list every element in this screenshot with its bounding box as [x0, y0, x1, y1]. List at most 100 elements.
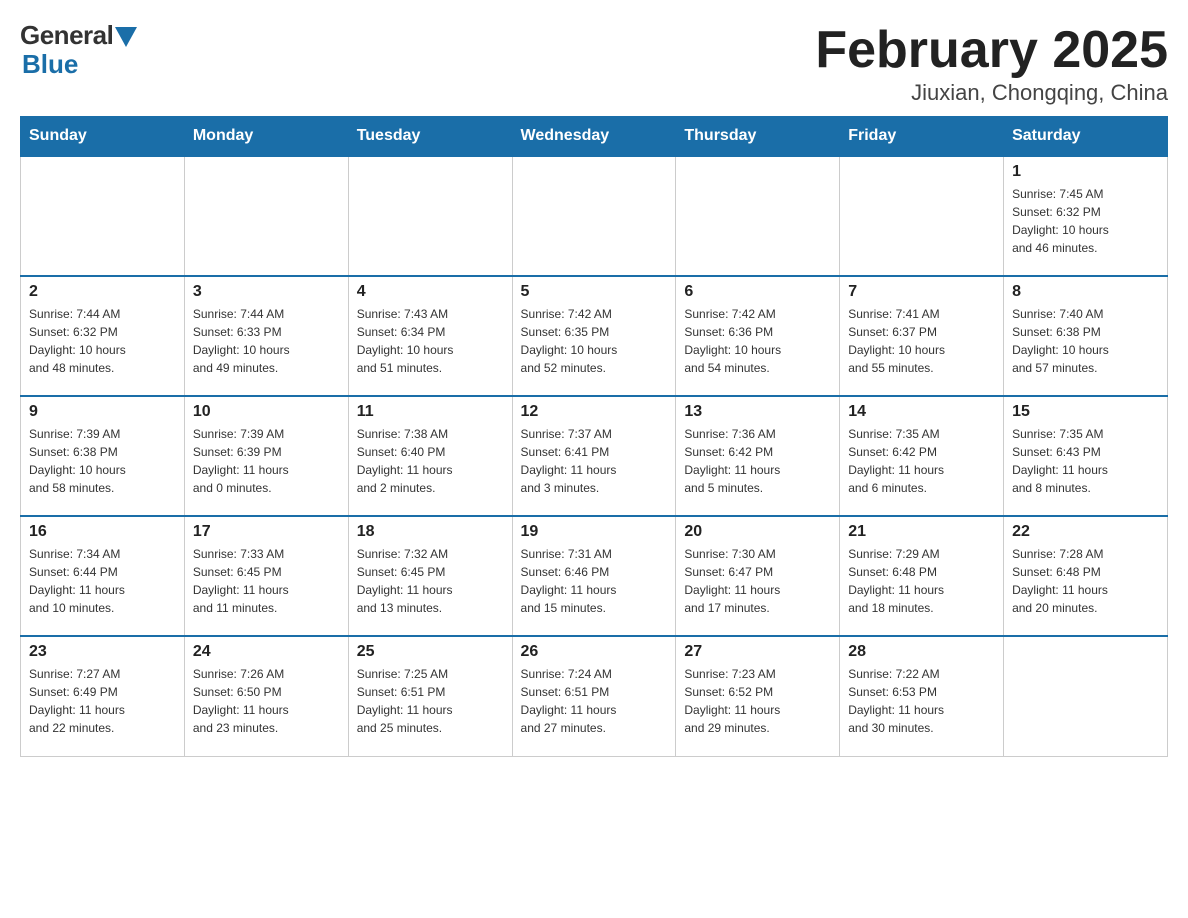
- table-row: 25 Sunrise: 7:25 AM Sunset: 6:51 PM Dayli…: [348, 636, 512, 756]
- day-info: Sunrise: 7:42 AM Sunset: 6:35 PM Dayligh…: [521, 305, 668, 377]
- day-info: Sunrise: 7:43 AM Sunset: 6:34 PM Dayligh…: [357, 305, 504, 377]
- day-info: Sunrise: 7:41 AM Sunset: 6:37 PM Dayligh…: [848, 305, 995, 377]
- table-row: 22 Sunrise: 7:28 AM Sunset: 6:48 PM Dayli…: [1004, 516, 1168, 636]
- day-info: Sunrise: 7:33 AM Sunset: 6:45 PM Dayligh…: [193, 545, 340, 617]
- logo: General Blue: [20, 20, 137, 80]
- calendar-week-row: 1 Sunrise: 7:45 AM Sunset: 6:32 PM Daylig…: [21, 156, 1168, 276]
- day-number: 1: [1012, 163, 1159, 181]
- page-header: General Blue February 2025 Jiuxian, Chon…: [20, 20, 1168, 106]
- day-info: Sunrise: 7:22 AM Sunset: 6:53 PM Dayligh…: [848, 665, 995, 737]
- header-wednesday: Wednesday: [512, 117, 676, 157]
- calendar-header-row: Sunday Monday Tuesday Wednesday Thursday…: [21, 117, 1168, 157]
- table-row: [348, 156, 512, 276]
- table-row: 13 Sunrise: 7:36 AM Sunset: 6:42 PM Dayli…: [676, 396, 840, 516]
- table-row: 19 Sunrise: 7:31 AM Sunset: 6:46 PM Dayli…: [512, 516, 676, 636]
- table-row: 12 Sunrise: 7:37 AM Sunset: 6:41 PM Dayli…: [512, 396, 676, 516]
- calendar-week-row: 16 Sunrise: 7:34 AM Sunset: 6:44 PM Dayli…: [21, 516, 1168, 636]
- table-row: 6 Sunrise: 7:42 AM Sunset: 6:36 PM Daylig…: [676, 276, 840, 396]
- calendar-title: February 2025: [815, 20, 1168, 80]
- table-row: 21Sunrise: 7:29 AM Sunset: 6:48 PM Dayli…: [840, 516, 1004, 636]
- header-thursday: Thursday: [676, 117, 840, 157]
- day-number: 24: [193, 643, 340, 661]
- day-number: 23: [29, 643, 176, 661]
- logo-triangle-icon: [115, 27, 137, 47]
- day-number: 13: [684, 403, 831, 421]
- day-number: 19: [521, 523, 668, 541]
- day-number: 12: [521, 403, 668, 421]
- table-row: [840, 156, 1004, 276]
- day-info: Sunrise: 7:31 AM Sunset: 6:46 PM Dayligh…: [521, 545, 668, 617]
- day-number: 2: [29, 283, 176, 301]
- day-info: Sunrise: 7:40 AM Sunset: 6:38 PM Dayligh…: [1012, 305, 1159, 377]
- day-info: Sunrise: 7:25 AM Sunset: 6:51 PM Dayligh…: [357, 665, 504, 737]
- day-info: Sunrise: 7:45 AM Sunset: 6:32 PM Dayligh…: [1012, 185, 1159, 257]
- header-sunday: Sunday: [21, 117, 185, 157]
- table-row: 27 Sunrise: 7:23 AM Sunset: 6:52 PM Dayli…: [676, 636, 840, 756]
- day-info: Sunrise: 7:34 AM Sunset: 6:44 PM Dayligh…: [29, 545, 176, 617]
- day-number: 21: [848, 523, 995, 541]
- table-row: [512, 156, 676, 276]
- day-number: 8: [1012, 283, 1159, 301]
- day-number: 26: [521, 643, 668, 661]
- logo-general-text: General: [20, 20, 113, 51]
- table-row: 20 Sunrise: 7:30 AM Sunset: 6:47 PM Dayli…: [676, 516, 840, 636]
- logo-blue-text: Blue: [22, 49, 78, 80]
- day-info: Sunrise: 7:32 AM Sunset: 6:45 PM Dayligh…: [357, 545, 504, 617]
- day-number: 16: [29, 523, 176, 541]
- table-row: 10Sunrise: 7:39 AM Sunset: 6:39 PM Dayli…: [184, 396, 348, 516]
- table-row: [184, 156, 348, 276]
- table-row: 16 Sunrise: 7:34 AM Sunset: 6:44 PM Dayli…: [21, 516, 185, 636]
- day-number: 25: [357, 643, 504, 661]
- day-info: Sunrise: 7:44 AM Sunset: 6:32 PM Dayligh…: [29, 305, 176, 377]
- calendar-table: Sunday Monday Tuesday Wednesday Thursday…: [20, 116, 1168, 757]
- table-row: 24 Sunrise: 7:26 AM Sunset: 6:50 PM Dayli…: [184, 636, 348, 756]
- day-info: Sunrise: 7:36 AM Sunset: 6:42 PM Dayligh…: [684, 425, 831, 497]
- day-info: Sunrise: 7:26 AM Sunset: 6:50 PM Dayligh…: [193, 665, 340, 737]
- table-row: 26Sunrise: 7:24 AM Sunset: 6:51 PM Dayli…: [512, 636, 676, 756]
- day-number: 20: [684, 523, 831, 541]
- day-info: Sunrise: 7:35 AM Sunset: 6:43 PM Dayligh…: [1012, 425, 1159, 497]
- day-info: Sunrise: 7:27 AM Sunset: 6:49 PM Dayligh…: [29, 665, 176, 737]
- table-row: [1004, 636, 1168, 756]
- day-number: 22: [1012, 523, 1159, 541]
- day-info: Sunrise: 7:39 AM Sunset: 6:38 PM Dayligh…: [29, 425, 176, 497]
- table-row: [21, 156, 185, 276]
- day-number: 11: [357, 403, 504, 421]
- day-info: Sunrise: 7:35 AM Sunset: 6:42 PM Dayligh…: [848, 425, 995, 497]
- calendar-week-row: 23 Sunrise: 7:27 AM Sunset: 6:49 PM Dayli…: [21, 636, 1168, 756]
- day-info: Sunrise: 7:37 AM Sunset: 6:41 PM Dayligh…: [521, 425, 668, 497]
- day-number: 15: [1012, 403, 1159, 421]
- table-row: 23 Sunrise: 7:27 AM Sunset: 6:49 PM Dayli…: [21, 636, 185, 756]
- header-tuesday: Tuesday: [348, 117, 512, 157]
- day-info: Sunrise: 7:28 AM Sunset: 6:48 PM Dayligh…: [1012, 545, 1159, 617]
- table-row: 8 Sunrise: 7:40 AM Sunset: 6:38 PM Daylig…: [1004, 276, 1168, 396]
- day-number: 10: [193, 403, 340, 421]
- table-row: 2 Sunrise: 7:44 AM Sunset: 6:32 PM Daylig…: [21, 276, 185, 396]
- table-row: [676, 156, 840, 276]
- table-row: 3 Sunrise: 7:44 AM Sunset: 6:33 PM Daylig…: [184, 276, 348, 396]
- table-row: 5 Sunrise: 7:42 AM Sunset: 6:35 PM Daylig…: [512, 276, 676, 396]
- table-row: 9 Sunrise: 7:39 AM Sunset: 6:38 PM Daylig…: [21, 396, 185, 516]
- day-info: Sunrise: 7:23 AM Sunset: 6:52 PM Dayligh…: [684, 665, 831, 737]
- day-number: 7: [848, 283, 995, 301]
- title-block: February 2025 Jiuxian, Chongqing, China: [815, 20, 1168, 106]
- table-row: 14 Sunrise: 7:35 AM Sunset: 6:42 PM Dayli…: [840, 396, 1004, 516]
- day-number: 9: [29, 403, 176, 421]
- calendar-week-row: 9 Sunrise: 7:39 AM Sunset: 6:38 PM Daylig…: [21, 396, 1168, 516]
- day-number: 3: [193, 283, 340, 301]
- day-number: 14: [848, 403, 995, 421]
- header-friday: Friday: [840, 117, 1004, 157]
- day-number: 27: [684, 643, 831, 661]
- day-number: 5: [521, 283, 668, 301]
- table-row: 11 Sunrise: 7:38 AM Sunset: 6:40 PM Dayli…: [348, 396, 512, 516]
- table-row: 7 Sunrise: 7:41 AM Sunset: 6:37 PM Daylig…: [840, 276, 1004, 396]
- day-info: Sunrise: 7:38 AM Sunset: 6:40 PM Dayligh…: [357, 425, 504, 497]
- table-row: 18Sunrise: 7:32 AM Sunset: 6:45 PM Dayli…: [348, 516, 512, 636]
- day-info: Sunrise: 7:30 AM Sunset: 6:47 PM Dayligh…: [684, 545, 831, 617]
- day-info: Sunrise: 7:44 AM Sunset: 6:33 PM Dayligh…: [193, 305, 340, 377]
- table-row: 1 Sunrise: 7:45 AM Sunset: 6:32 PM Daylig…: [1004, 156, 1168, 276]
- calendar-subtitle: Jiuxian, Chongqing, China: [815, 80, 1168, 106]
- table-row: 28Sunrise: 7:22 AM Sunset: 6:53 PM Dayli…: [840, 636, 1004, 756]
- day-info: Sunrise: 7:42 AM Sunset: 6:36 PM Dayligh…: [684, 305, 831, 377]
- day-number: 6: [684, 283, 831, 301]
